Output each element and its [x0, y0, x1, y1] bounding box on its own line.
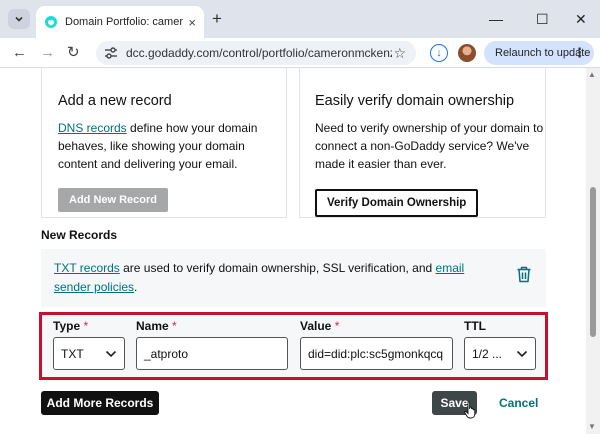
browser-toolbar: ← → ↻ dcc.godaddy.com/control/portfolio/…	[0, 38, 600, 68]
scroll-down-arrow-icon[interactable]: ▼	[588, 422, 596, 431]
browser-titlebar: Domain Portfolio: cameronmckenzie × + — …	[0, 0, 600, 38]
add-new-record-button[interactable]: Add New Record	[58, 188, 169, 212]
close-window-icon[interactable]: ✕	[575, 10, 587, 28]
value-label: Value *	[300, 319, 340, 333]
maximize-icon[interactable]: ☐	[536, 10, 549, 28]
browser-menu-icon[interactable]: ⋮	[573, 45, 586, 61]
site-settings-icon	[105, 47, 117, 59]
verify-domain-ownership-button[interactable]: Verify Domain Ownership	[315, 189, 479, 217]
trash-icon[interactable]	[516, 266, 532, 283]
type-label: Type *	[53, 319, 89, 333]
cancel-link[interactable]: Cancel	[499, 396, 538, 410]
profile-avatar[interactable]	[458, 44, 476, 62]
new-records-heading: New Records	[41, 228, 118, 242]
verify-ownership-card: Easily verify domain ownership Need to v…	[299, 68, 546, 218]
ttl-label: TTL	[464, 319, 486, 333]
page-content: Add a new record DNS records define how …	[0, 68, 586, 434]
tab-close-icon[interactable]: ×	[188, 16, 196, 29]
minimize-icon[interactable]: —	[489, 10, 503, 28]
value-input[interactable]: did=did:plc:sc5gmonkqcq	[300, 337, 453, 370]
hand-pointer-cursor-icon	[464, 401, 476, 419]
name-label: Name *	[136, 319, 177, 333]
tab-search-button[interactable]	[8, 9, 30, 29]
record-fields-row: Type * TXT Name * _atproto Value * did=d…	[39, 312, 548, 380]
add-record-description: DNS records define how your domain behav…	[58, 121, 258, 171]
name-input[interactable]: _atproto	[136, 337, 288, 370]
back-arrow-icon[interactable]: ←	[12, 44, 27, 61]
browser-tab-active[interactable]: Domain Portfolio: cameronmckenzie ×	[36, 6, 204, 38]
new-tab-button[interactable]: +	[212, 9, 222, 29]
ttl-select[interactable]: 1/2 ...	[464, 337, 536, 370]
add-more-records-button[interactable]: Add More Records	[41, 391, 159, 415]
chevron-down-icon	[105, 350, 117, 357]
txt-info-text: TXT records are used to verify domain ow…	[54, 261, 465, 294]
url-text: dcc.godaddy.com/control/portfolio/camero…	[126, 46, 392, 60]
verify-ownership-description: Need to verify ownership of your domain …	[315, 121, 544, 171]
chevron-down-icon	[516, 350, 528, 357]
type-select[interactable]: TXT	[53, 337, 125, 370]
txt-records-link[interactable]: TXT records	[54, 261, 120, 275]
relaunch-to-update-button[interactable]: Relaunch to update ⋮	[484, 41, 594, 65]
tab-title: Domain Portfolio: cameronmckenzie	[65, 16, 183, 28]
address-bar[interactable]: dcc.godaddy.com/control/portfolio/camero…	[96, 41, 416, 65]
verify-ownership-title: Easily verify domain ownership	[315, 93, 515, 109]
godaddy-favicon-icon	[45, 16, 57, 28]
forward-arrow-icon[interactable]: →	[40, 44, 55, 61]
dns-records-link[interactable]: DNS records	[58, 121, 127, 135]
add-record-card: Add a new record DNS records define how …	[41, 68, 287, 218]
add-record-title: Add a new record	[58, 93, 172, 109]
bookmark-star-icon[interactable]: ☆	[393, 45, 406, 62]
download-icon[interactable]: ↓	[430, 44, 448, 62]
scrollbar-thumb[interactable]	[590, 187, 596, 337]
scroll-up-arrow-icon[interactable]: ▲	[588, 70, 596, 79]
chevron-down-icon	[15, 16, 23, 22]
txt-info-box: TXT records are used to verify domain ow…	[41, 249, 546, 307]
reload-icon[interactable]: ↻	[67, 44, 80, 61]
